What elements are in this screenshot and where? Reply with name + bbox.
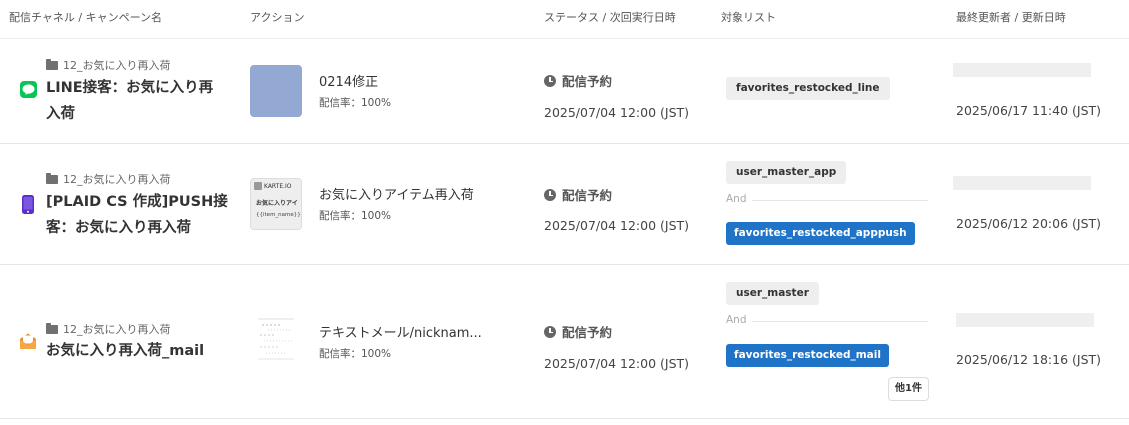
and-connector: And bbox=[726, 314, 747, 326]
status-text: 配信予約 bbox=[562, 188, 613, 203]
campaign-name[interactable]: LINE接客：お気に入り再 入荷 bbox=[46, 75, 236, 127]
folder-icon bbox=[46, 58, 58, 70]
and-divider bbox=[752, 200, 928, 201]
folder-label: 12_お気に入り再入荷 bbox=[46, 171, 171, 187]
folder-icon bbox=[46, 322, 58, 334]
table-row[interactable]: 12_お気に入り再入荷 [PLAID CS 作成]PUSH接 客：お気に入り再入… bbox=[0, 144, 1129, 265]
action-thumbnail[interactable] bbox=[250, 313, 302, 365]
next-run-date: 2025/07/04 12:00 (JST) bbox=[544, 105, 690, 120]
folder-label: 12_お気に入り再入荷 bbox=[46, 57, 171, 73]
header-status: ステータス / 次回実行日時 bbox=[544, 11, 676, 24]
folder-icon bbox=[46, 172, 58, 184]
updated-date: 2025/06/12 18:16 (JST) bbox=[956, 352, 1102, 367]
folder-name: 12_お気に入り再入荷 bbox=[63, 59, 171, 72]
campaign-name-line2: 客：お気に入り再入荷 bbox=[46, 220, 191, 236]
delivery-rate: 配信率：100% bbox=[319, 97, 392, 109]
more-lists-button[interactable]: 他1件 bbox=[888, 377, 929, 401]
header-channel-campaign: 配信チャネル / キャンペーン名 bbox=[9, 11, 163, 24]
status-label: 配信予約 bbox=[544, 71, 612, 90]
campaign-name-line1: LINE接客：お気に入り再 bbox=[46, 80, 214, 96]
karte-logo-icon bbox=[254, 182, 262, 190]
target-list-tag[interactable]: favorites_restocked_apppush bbox=[726, 222, 915, 245]
action-name[interactable]: お気に入りアイテム再入荷 bbox=[319, 184, 474, 203]
status-label: 配信予約 bbox=[544, 322, 612, 341]
updater-name-redacted bbox=[953, 63, 1091, 77]
updated-date: 2025/06/12 20:06 (JST) bbox=[956, 216, 1102, 231]
updater-name-redacted bbox=[956, 313, 1094, 327]
header-target-list: 対象リスト bbox=[721, 11, 776, 24]
updater-name-redacted bbox=[953, 176, 1091, 190]
next-run-date: 2025/07/04 12:00 (JST) bbox=[544, 356, 690, 371]
campaign-name[interactable]: [PLAID CS 作成]PUSH接 客：お気に入り再入荷 bbox=[46, 189, 236, 241]
updated-date: 2025/06/17 11:40 (JST) bbox=[956, 103, 1102, 118]
campaign-name-line1: お気に入り再入荷_mail bbox=[46, 343, 205, 359]
header-updated: 最終更新者 / 更新日時 bbox=[956, 11, 1066, 24]
table-row[interactable]: 12_お気に入り再入荷 お気に入り再入荷_mail テキストメール/nickna… bbox=[0, 265, 1129, 419]
thumb-title: KARTE.IO bbox=[264, 182, 292, 190]
next-run-date: 2025/07/04 12:00 (JST) bbox=[544, 218, 690, 233]
folder-name: 12_お気に入り再入荷 bbox=[63, 173, 171, 186]
target-list-tag[interactable]: favorites_restocked_mail bbox=[726, 344, 889, 367]
campaign-name-line1: [PLAID CS 作成]PUSH接 bbox=[46, 194, 228, 210]
target-list-tag[interactable]: user_master bbox=[726, 282, 819, 305]
clock-icon bbox=[544, 325, 556, 338]
line-icon bbox=[20, 81, 37, 98]
target-list-tag[interactable]: user_master_app bbox=[726, 161, 847, 184]
clock-icon bbox=[544, 188, 556, 201]
folder-name: 12_お気に入り再入荷 bbox=[63, 323, 171, 336]
status-text: 配信予約 bbox=[562, 74, 613, 89]
campaign-name[interactable]: お気に入り再入荷_mail bbox=[46, 338, 236, 364]
delivery-rate: 配信率：100% bbox=[319, 348, 392, 360]
campaign-name-line2: 入荷 bbox=[46, 106, 75, 122]
and-divider bbox=[752, 321, 928, 322]
mail-icon bbox=[19, 332, 37, 350]
delivery-rate: 配信率：100% bbox=[319, 210, 392, 222]
action-thumbnail[interactable] bbox=[250, 65, 302, 117]
table-row[interactable]: 12_お気に入り再入荷 LINE接客：お気に入り再 入荷 0214修正 配信率：… bbox=[0, 39, 1129, 144]
table-header: 配信チャネル / キャンペーン名 アクション ステータス / 次回実行日時 対象… bbox=[0, 0, 1129, 39]
app-push-icon bbox=[21, 195, 35, 214]
action-name[interactable]: テキストメール/nicknam... bbox=[319, 322, 482, 341]
action-name[interactable]: 0214修正 bbox=[319, 71, 378, 90]
clock-icon bbox=[544, 74, 556, 87]
thumb-line2: {{item_name}} bbox=[256, 212, 301, 218]
status-label: 配信予約 bbox=[544, 185, 612, 204]
status-text: 配信予約 bbox=[562, 325, 613, 340]
action-thumbnail[interactable]: KARTE.IO お気に入りアイ {{item_name}} bbox=[250, 178, 302, 230]
and-connector: And bbox=[726, 193, 747, 205]
thumb-line1: お気に入りアイ bbox=[256, 200, 298, 207]
header-action: アクション bbox=[250, 11, 305, 24]
folder-label: 12_お気に入り再入荷 bbox=[46, 321, 171, 337]
target-list-tag[interactable]: favorites_restocked_line bbox=[726, 77, 890, 100]
